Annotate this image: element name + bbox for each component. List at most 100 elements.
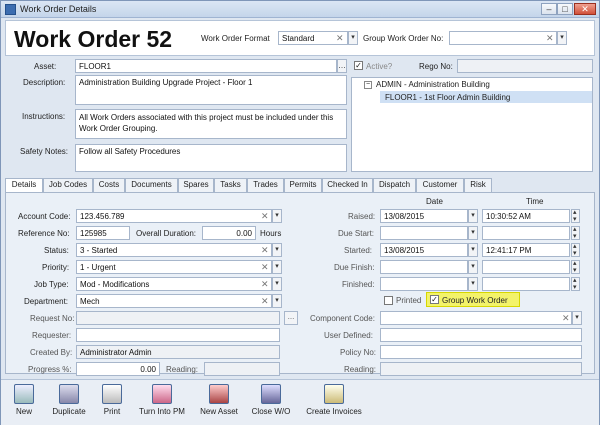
tab-costs[interactable]: Costs — [93, 178, 125, 192]
tab-permits[interactable]: Permits — [284, 178, 322, 192]
printed-checkbox[interactable] — [384, 296, 393, 305]
raised-date-field[interactable]: 13/08/2015 — [380, 209, 468, 223]
page-title: Work Order 52 — [14, 26, 173, 52]
finished-date-field[interactable] — [380, 277, 468, 291]
status-dropdown-icon[interactable]: ▾ — [272, 243, 282, 257]
tab-risk[interactable]: Risk — [464, 178, 492, 192]
create-invoices-button[interactable]: Create Invoices — [303, 384, 365, 416]
finished-dropdown-icon[interactable]: ▾ — [468, 277, 478, 291]
group-dropdown-icon[interactable]: ▾ — [557, 31, 567, 45]
tab-spares[interactable]: Spares — [178, 178, 214, 192]
tab-dispatch[interactable]: Dispatch — [373, 178, 416, 192]
rego-field[interactable] — [457, 59, 593, 73]
finished-time-field[interactable] — [482, 277, 570, 291]
request-field[interactable] — [76, 311, 280, 325]
asset-field[interactable]: FLOOR1 — [75, 59, 337, 73]
status-select[interactable]: 3 - Started — [76, 243, 272, 257]
due-finish-time-field[interactable] — [482, 260, 570, 274]
policy-no-field[interactable] — [380, 345, 582, 359]
active-checkbox[interactable]: ✓ — [354, 61, 363, 70]
finished-time-spinner[interactable] — [571, 276, 580, 291]
description-field[interactable]: Administration Building Upgrade Project … — [75, 75, 347, 105]
status-clear-icon[interactable]: ✕ — [261, 244, 269, 256]
started-date-field[interactable]: 13/08/2015 — [380, 243, 468, 257]
raised-time-spinner[interactable] — [571, 208, 580, 223]
raised-time-field[interactable]: 10:30:52 AM — [482, 209, 570, 223]
job-type-dropdown-icon[interactable]: ▾ — [272, 277, 282, 291]
print-icon — [102, 384, 122, 404]
tree-item-floor1[interactable]: FLOOR1 - 1st Floor Admin Building — [385, 93, 510, 102]
tree-item-admin[interactable]: ADMIN - Administration Building — [376, 80, 490, 89]
safety-notes-field[interactable]: Follow all Safety Procedures — [75, 144, 347, 172]
due-start-dropdown-icon[interactable]: ▾ — [468, 226, 478, 240]
started-date-dropdown-icon[interactable]: ▾ — [468, 243, 478, 257]
tab-details[interactable]: Details — [5, 178, 43, 193]
turn-into-pm-button[interactable]: Turn Into PM — [135, 384, 189, 416]
tab-documents[interactable]: Documents — [125, 178, 178, 192]
format-clear-icon[interactable]: ✕ — [336, 32, 344, 44]
job-type-clear-icon[interactable]: ✕ — [261, 278, 269, 290]
close-wo-button[interactable]: Close W/O — [249, 384, 293, 416]
new-asset-button[interactable]: New Asset — [197, 384, 241, 416]
component-clear-icon[interactable]: ✕ — [562, 312, 570, 324]
group-wo-checkbox[interactable]: ✓ — [430, 295, 439, 304]
due-finish-time-spinner[interactable] — [571, 259, 580, 274]
requester-field[interactable] — [76, 328, 280, 342]
minimize-button[interactable]: – — [541, 3, 557, 15]
overall-duration-field[interactable]: 0.00 — [202, 226, 256, 240]
job-type-label: Job Type: — [34, 280, 69, 289]
tab-checked-in[interactable]: Checked In — [322, 178, 373, 192]
due-start-date-field[interactable] — [380, 226, 468, 240]
progress-label: Progress %: — [28, 365, 72, 374]
tree-collapse-icon[interactable]: − — [364, 81, 372, 89]
tab-trades[interactable]: Trades — [247, 178, 284, 192]
due-finish-date-field[interactable] — [380, 260, 468, 274]
maximize-button[interactable]: □ — [557, 3, 573, 15]
turn-into-pm-label: Turn Into PM — [139, 407, 185, 416]
time-header: Time — [526, 197, 544, 206]
title-bar: Work Order Details – □ ✕ — [1, 1, 599, 18]
department-dropdown-icon[interactable]: ▾ — [272, 294, 282, 308]
progress-field[interactable]: 0.00 — [76, 362, 160, 376]
reading2-label: Reading: — [344, 365, 377, 374]
tab-job-codes[interactable]: Job Codes — [43, 178, 93, 192]
priority-clear-icon[interactable]: ✕ — [261, 261, 269, 273]
job-type-select[interactable]: Mod - Modifications — [76, 277, 272, 291]
account-code-field[interactable]: 123.456.789 — [76, 209, 272, 223]
created-by-label: Created By: — [30, 348, 73, 357]
reading2-field[interactable] — [380, 362, 582, 376]
group-wo-select[interactable] — [449, 31, 557, 45]
new-button[interactable]: New — [9, 384, 39, 416]
due-start-time-field[interactable] — [482, 226, 570, 240]
asset-tree[interactable]: − ADMIN - Administration Building FLOOR1… — [351, 77, 593, 172]
group-clear-icon[interactable]: ✕ — [546, 32, 554, 44]
due-finish-dropdown-icon[interactable]: ▾ — [468, 260, 478, 274]
due-start-time-spinner[interactable] — [571, 225, 580, 240]
raised-date-dropdown-icon[interactable]: ▾ — [468, 209, 478, 223]
finished-label: Finished: — [342, 280, 375, 289]
tab-customer[interactable]: Customer — [416, 178, 464, 192]
department-select[interactable]: Mech — [76, 294, 272, 308]
component-code-select[interactable] — [380, 311, 572, 325]
duplicate-button[interactable]: Duplicate — [47, 384, 91, 416]
department-clear-icon[interactable]: ✕ — [261, 295, 269, 307]
request-lookup-button[interactable]: … — [284, 311, 298, 325]
account-clear-icon[interactable]: ✕ — [261, 210, 269, 222]
close-button[interactable]: ✕ — [574, 3, 596, 15]
user-defined-field[interactable] — [380, 328, 582, 342]
component-dropdown-icon[interactable]: ▾ — [572, 311, 582, 325]
started-time-field[interactable]: 12:41:17 PM — [482, 243, 570, 257]
account-dropdown-icon[interactable]: ▾ — [272, 209, 282, 223]
priority-select[interactable]: 1 - Urgent — [76, 260, 272, 274]
priority-dropdown-icon[interactable]: ▾ — [272, 260, 282, 274]
format-dropdown-icon[interactable]: ▾ — [348, 31, 358, 45]
print-button[interactable]: Print — [97, 384, 127, 416]
started-time-spinner[interactable] — [571, 242, 580, 257]
due-start-label: Due Start: — [338, 229, 375, 238]
reading-field[interactable] — [204, 362, 280, 376]
active-label: Active? — [366, 62, 393, 71]
reference-field[interactable]: 125985 — [76, 226, 130, 240]
asset-lookup-button[interactable]: … — [337, 59, 347, 73]
instructions-field[interactable]: All Work Orders associated with this pro… — [75, 109, 347, 139]
tab-tasks[interactable]: Tasks — [214, 178, 247, 192]
